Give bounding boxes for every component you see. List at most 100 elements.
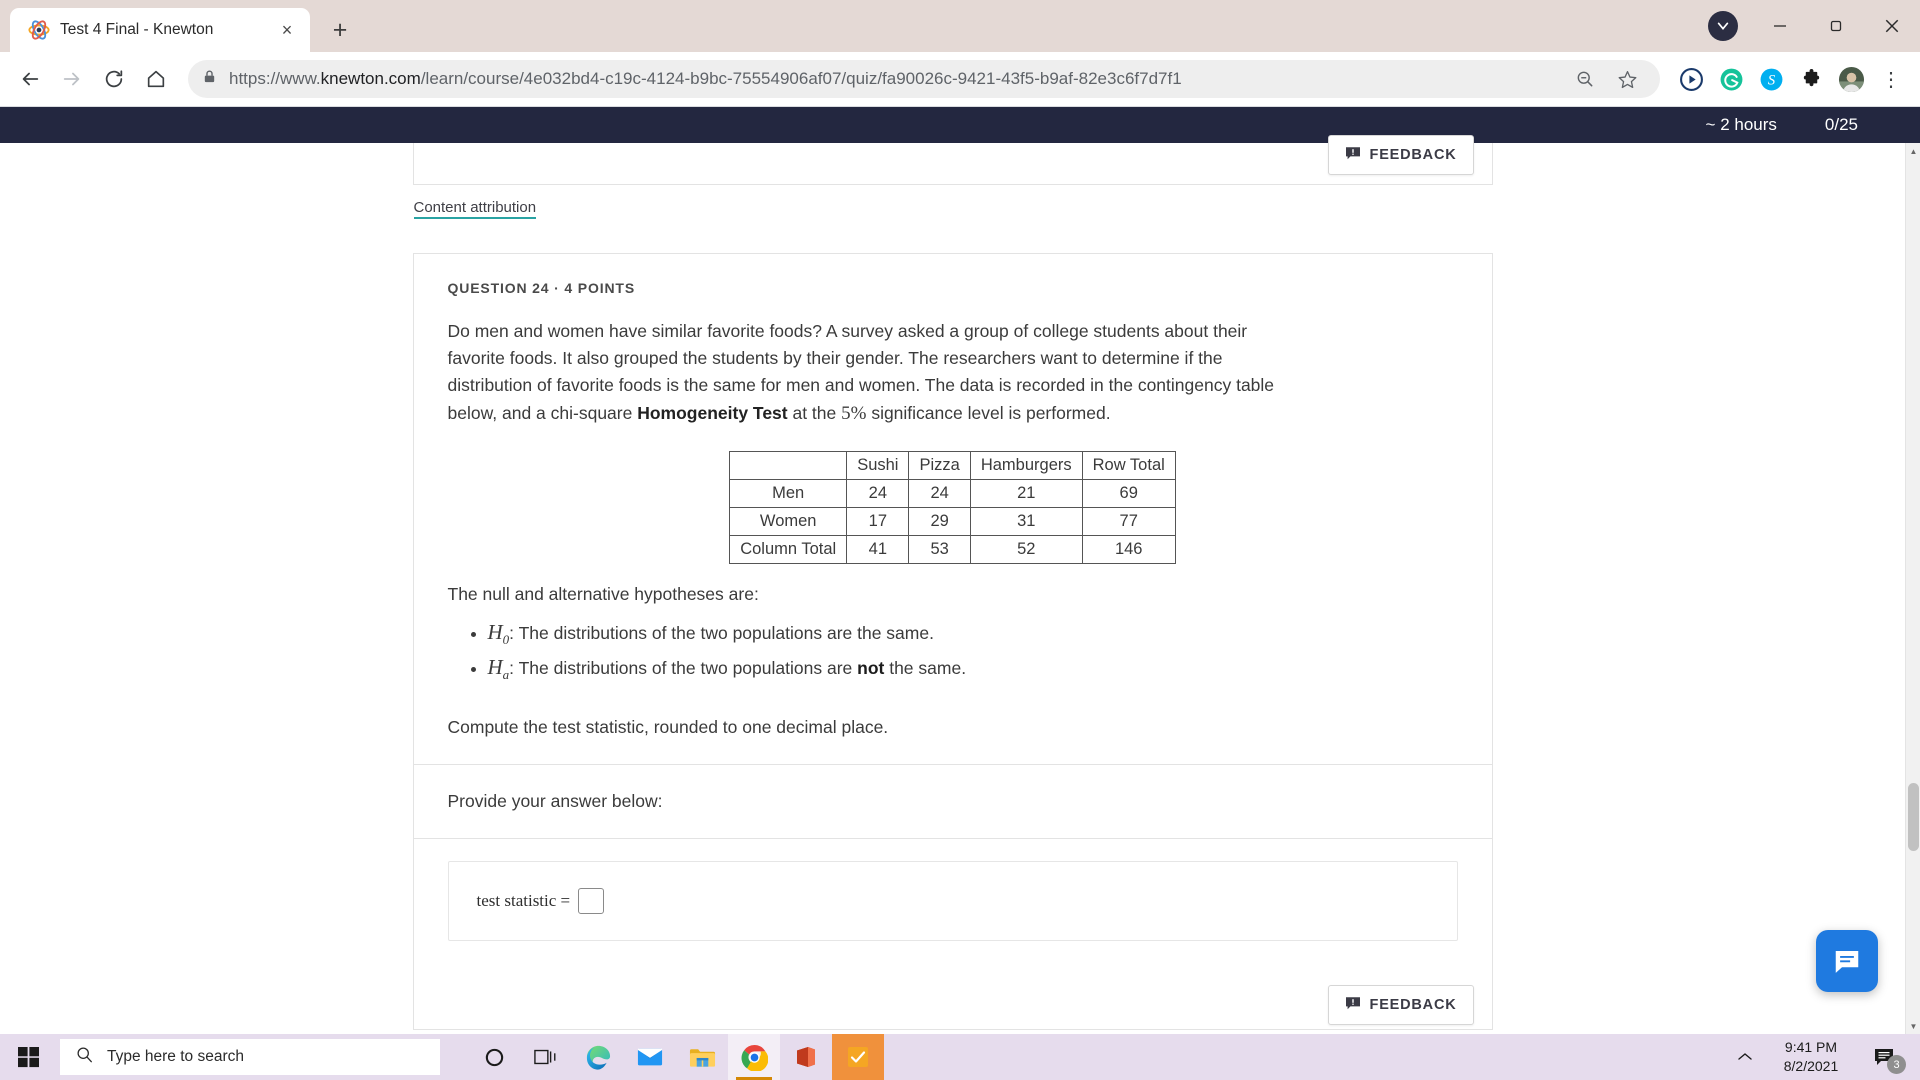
page-content: ~ 2 hours 0/25 FEEDBACK Content attribut…	[0, 107, 1920, 1034]
scroll-down-arrow-icon[interactable]: ▼	[1906, 1018, 1920, 1034]
row-label-women: Women	[729, 506, 848, 536]
table-row: Men 24 24 21 69	[729, 478, 1176, 508]
notification-icon[interactable]: 3	[1856, 1034, 1912, 1080]
table-col-rowtotal: Row Total	[1081, 450, 1176, 480]
close-window-button[interactable]	[1864, 0, 1920, 52]
tray-expand-chevron-icon[interactable]	[1724, 1034, 1766, 1080]
hypotheses-list: H0: The distributions of the two populat…	[488, 615, 1458, 685]
cell-men-total: 69	[1081, 478, 1176, 508]
system-tray: 9:41 PM 8/2/2021 3	[1724, 1034, 1920, 1080]
mail-icon[interactable]	[624, 1034, 676, 1080]
maximize-button[interactable]	[1808, 0, 1864, 52]
address-bar[interactable]: https://www.knewton.com/learn/course/4e0…	[188, 60, 1660, 98]
test-statistic-label: test statistic =	[476, 891, 571, 911]
reload-icon[interactable]	[94, 59, 134, 99]
page-scrollbar[interactable]: ▲ ▼	[1905, 143, 1920, 1034]
lock-icon	[202, 69, 217, 89]
h-alt-symbol: Ha	[487, 655, 510, 683]
feedback-button-top[interactable]: FEEDBACK	[1327, 135, 1474, 175]
feedback-label: FEEDBACK	[1369, 997, 1457, 1014]
previous-question-card: FEEDBACK	[412, 135, 1493, 185]
file-explorer-icon[interactable]	[676, 1034, 728, 1080]
hypotheses-lead: The null and alternative hypotheses are:	[447, 583, 759, 604]
content-attribution: Content attribution	[413, 199, 1493, 219]
grammarly-extension-icon[interactable]	[1712, 60, 1750, 98]
cell-total-pizza: 53	[908, 534, 971, 564]
feedback-comment-icon	[1345, 995, 1361, 1015]
bottom-feedback-area: FEEDBACK	[414, 975, 1492, 1029]
question-prompt: Do men and women have similar favorite f…	[447, 321, 1275, 425]
feedback-label: FEEDBACK	[1369, 147, 1457, 163]
svg-text:S: S	[1767, 72, 1775, 88]
quiz-status-bar: ~ 2 hours 0/25	[0, 107, 1920, 143]
knewton-atom-icon	[28, 19, 50, 41]
task-view-icon[interactable]	[520, 1034, 572, 1080]
cell-total-sushi: 41	[846, 534, 910, 564]
zoom-out-icon[interactable]	[1566, 60, 1604, 98]
back-icon[interactable]	[10, 59, 50, 99]
forward-icon[interactable]	[52, 59, 92, 99]
browser-menu-icon[interactable]: ⋮	[1872, 60, 1910, 98]
todo-icon[interactable]	[832, 1034, 884, 1080]
home-icon[interactable]	[136, 59, 176, 99]
puzzle-extensions-icon[interactable]	[1792, 60, 1830, 98]
new-tab-button[interactable]: +	[322, 12, 358, 48]
office-icon[interactable]	[780, 1034, 832, 1080]
notification-count-badge: 3	[1887, 1055, 1906, 1074]
null-hypothesis: H0: The distributions of the two populat…	[488, 615, 1458, 650]
minimize-button[interactable]	[1752, 0, 1808, 52]
provide-answer-label: Provide your answer below:	[447, 791, 663, 812]
homogeneity-test-bold: Homogeneity Test	[637, 403, 788, 424]
taskbar-app-icons	[468, 1034, 884, 1080]
table-header-row: Sushi Pizza Hamburgers Row Total	[729, 450, 1176, 480]
windows-taskbar: Type here to search 9:41 PM 8/2/2021 3	[0, 1034, 1920, 1080]
play-button-extension-icon[interactable]	[1672, 60, 1710, 98]
browser-window: Test 4 Final - Knewton × + https://www.k…	[0, 0, 1920, 1034]
table-col-sushi: Sushi	[846, 450, 910, 480]
compute-instruction: Compute the test statistic, rounded to o…	[447, 717, 889, 738]
test-statistic-input[interactable]	[578, 888, 605, 915]
feedback-button-bottom[interactable]: FEEDBACK	[1327, 985, 1474, 1026]
page-viewport: ~ 2 hours 0/25 FEEDBACK Content attribut…	[0, 107, 1920, 1034]
not-emphasis: not	[857, 658, 885, 679]
tab-close-icon[interactable]: ×	[274, 17, 300, 43]
content-attribution-link[interactable]: Content attribution	[413, 199, 537, 219]
answer-section: test statistic =	[414, 839, 1492, 975]
cell-grand-total: 146	[1081, 534, 1176, 564]
profile-avatar[interactable]	[1832, 60, 1870, 98]
url-text: https://www.knewton.com/learn/course/4e0…	[229, 69, 1182, 88]
answer-box: test statistic =	[447, 861, 1458, 942]
window-controls	[1708, 0, 1920, 52]
browser-tab-active[interactable]: Test 4 Final - Knewton ×	[10, 8, 310, 52]
question-card: QUESTION 24 · 4 POINTS Do men and women …	[412, 253, 1493, 1031]
contingency-table: Sushi Pizza Hamburgers Row Total Men 24 …	[729, 450, 1176, 564]
question-meta: QUESTION 24 · 4 POINTS	[447, 280, 636, 296]
scrollbar-thumb[interactable]	[1908, 783, 1919, 851]
table-row: Column Total 41 53 52 146	[729, 534, 1176, 564]
chat-bubble-icon[interactable]	[1816, 930, 1878, 992]
tab-title: Test 4 Final - Knewton	[60, 21, 214, 38]
significance-level: 5%	[841, 403, 867, 425]
skype-extension-icon[interactable]: S	[1752, 60, 1790, 98]
scroll-up-arrow-icon[interactable]: ▲	[1906, 143, 1920, 159]
cell-women-hamburgers: 31	[969, 506, 1083, 536]
chrome-browser-icon[interactable]	[728, 1034, 780, 1080]
time-remaining: ~ 2 hours	[1705, 115, 1777, 134]
profile-badge-icon[interactable]	[1708, 11, 1738, 41]
cortana-icon[interactable]	[468, 1034, 520, 1080]
clock-time: 9:41 PM	[1784, 1039, 1838, 1056]
search-placeholder: Type here to search	[107, 1048, 244, 1065]
windows-start-icon[interactable]	[0, 1034, 58, 1080]
clock-date: 8/2/2021	[1783, 1058, 1839, 1074]
edge-browser-icon[interactable]	[572, 1034, 624, 1080]
cell-women-sushi: 17	[846, 506, 910, 536]
tab-strip: Test 4 Final - Knewton × +	[0, 0, 1920, 52]
cell-total-hamburgers: 52	[969, 534, 1083, 564]
taskbar-search-input[interactable]: Type here to search	[60, 1039, 440, 1075]
contingency-table-wrapper: Sushi Pizza Hamburgers Row Total Men 24 …	[448, 450, 1458, 564]
taskbar-clock[interactable]: 9:41 PM 8/2/2021	[1766, 1038, 1856, 1076]
star-icon[interactable]	[1608, 60, 1646, 98]
cell-men-pizza: 24	[908, 478, 971, 508]
h-null-symbol: H0	[487, 619, 510, 647]
cell-women-pizza: 29	[908, 506, 971, 536]
